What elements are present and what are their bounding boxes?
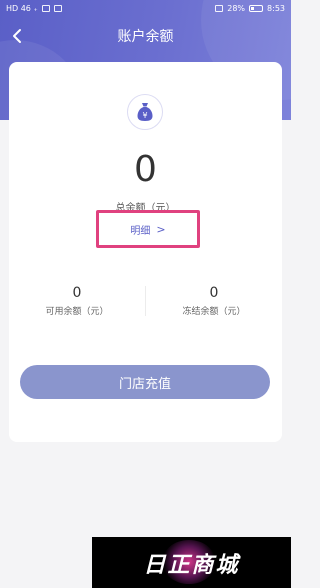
status-left: HD 46 ₊ [6,4,62,13]
chevron-right-icon: > [156,222,166,236]
wifi-icon [41,5,50,12]
available-balance-label: 可用余额（元） [45,307,109,317]
watermark-logo: 日正商城 [92,537,291,588]
money-bag-icon: ¥ [127,94,163,130]
total-balance-value: 0 [134,149,157,190]
balance-card: ¥ 0 总余额（元） 明细 > 0 可用余额（元） 0 冻结余额（元） 门店充值 [9,62,282,442]
battery-icon [249,5,264,12]
signal-text: HD 46 ₊ [6,4,38,13]
frozen-balance-label: 冻结余额（元） [182,307,246,317]
frozen-balance: 0 冻结余额（元） [146,284,282,317]
notification-icon [53,5,62,12]
store-recharge-button[interactable]: 门店充值 [20,365,270,399]
chevron-left-icon[interactable] [6,25,28,47]
detail-link[interactable]: 明细 > [96,210,200,248]
page-title: 账户余额 [117,29,174,45]
clock-time: 8:53 [267,4,285,13]
eye-icon [215,5,224,12]
frozen-balance-value: 0 [209,285,219,301]
available-balance-value: 0 [72,285,82,301]
status-right: 28% 8:53 [215,4,285,13]
battery-percent: 28% [227,4,246,13]
available-balance: 0 可用余额（元） [9,284,145,317]
watermark-text: 日正商城 [143,552,240,578]
detail-label: 明细 [130,225,151,237]
nav-bar: 账户余额 [0,24,291,48]
yuan-symbol: ¥ [142,111,147,120]
status-bar: HD 46 ₊ 28% 8:53 [0,0,291,17]
